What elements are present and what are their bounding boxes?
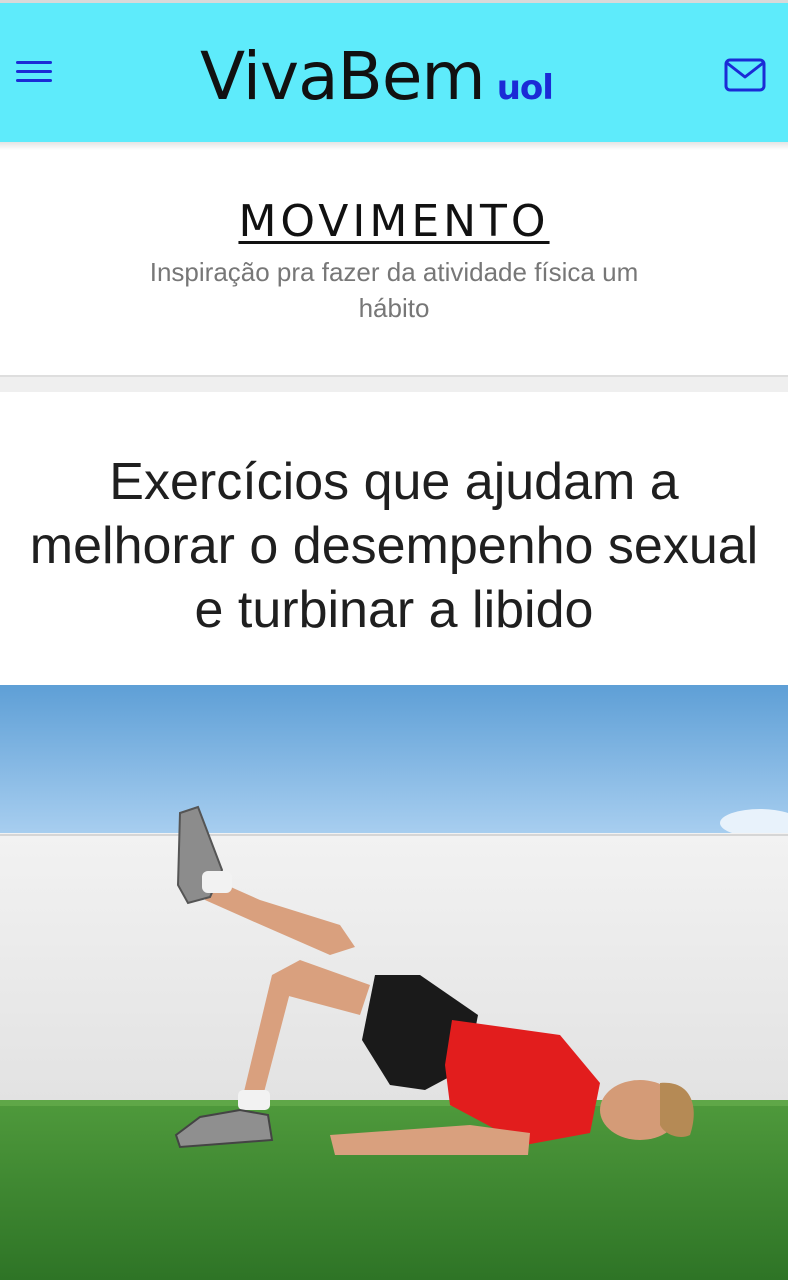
mail-icon[interactable] [724,58,766,92]
site-header: VivaBem uol [0,3,788,142]
header-shadow [0,142,788,150]
section-title: MOVIMENTO [0,194,788,250]
article-headline: Exercícios que ajudam a melhorar o desem… [29,453,759,639]
logo-vivabem: VivaBem [200,38,486,115]
article-hero-image[interactable] [0,685,788,1280]
site-logo[interactable]: VivaBem uol [200,33,554,115]
logo-uol: uol [496,68,554,108]
section-title-link[interactable]: MOVIMENTO [238,196,549,247]
section-subtitle: Inspiração pra fazer da atividade física… [149,257,639,323]
hamburger-menu-icon[interactable] [16,61,52,87]
page: VivaBem uol MOVIMENTO Inspiração pra faz… [0,0,788,1280]
section-divider [0,375,788,392]
sky [0,685,788,837]
